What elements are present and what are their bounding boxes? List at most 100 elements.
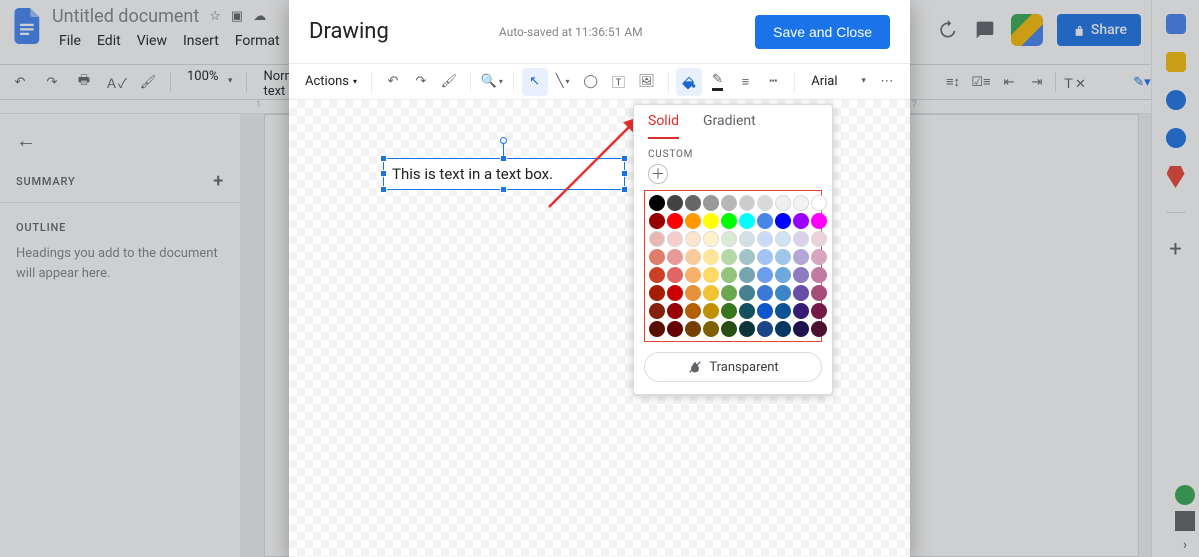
tab-solid[interactable]: Solid	[648, 113, 679, 139]
color-swatch[interactable]	[793, 285, 809, 301]
color-swatch[interactable]	[667, 267, 683, 283]
color-swatch[interactable]	[739, 321, 755, 337]
color-swatch[interactable]	[667, 195, 683, 211]
color-swatch[interactable]	[667, 231, 683, 247]
line-spacing-icon[interactable]: ≡↕	[939, 68, 967, 96]
color-swatch[interactable]	[793, 231, 809, 247]
color-swatch[interactable]	[739, 303, 755, 319]
resize-handle[interactable]	[380, 170, 387, 177]
docs-logo[interactable]	[8, 6, 48, 46]
color-swatch[interactable]	[793, 195, 809, 211]
indent-decrease-icon[interactable]: ⇤	[995, 68, 1023, 96]
resize-handle[interactable]	[380, 186, 387, 193]
color-swatch[interactable]	[739, 231, 755, 247]
comment-icon[interactable]	[973, 18, 997, 42]
color-swatch[interactable]	[721, 321, 737, 337]
keep-icon[interactable]	[1166, 52, 1186, 72]
color-swatch[interactable]	[811, 249, 827, 265]
color-swatch[interactable]	[703, 303, 719, 319]
fill-color-icon[interactable]	[676, 68, 702, 96]
color-swatch[interactable]	[757, 267, 773, 283]
star-icon[interactable]: ☆	[209, 9, 221, 24]
resize-handle[interactable]	[500, 186, 507, 193]
color-swatch[interactable]	[811, 303, 827, 319]
color-swatch[interactable]	[649, 285, 665, 301]
outline-back-icon[interactable]: ←	[16, 128, 224, 153]
redo-icon[interactable]: ↷	[38, 68, 66, 96]
paint-format-icon[interactable]: 🖌	[134, 68, 162, 96]
color-swatch[interactable]	[775, 249, 791, 265]
color-swatch[interactable]	[811, 267, 827, 283]
color-swatch[interactable]	[793, 303, 809, 319]
cloud-icon[interactable]: ☁	[253, 9, 266, 24]
color-swatch[interactable]	[721, 231, 737, 247]
transparent-button[interactable]: Transparent	[644, 352, 822, 382]
color-swatch[interactable]	[775, 303, 791, 319]
color-swatch[interactable]	[649, 231, 665, 247]
share-button[interactable]: Share	[1057, 14, 1141, 46]
color-swatch[interactable]	[703, 231, 719, 247]
color-swatch[interactable]	[811, 213, 827, 229]
color-swatch[interactable]	[721, 249, 737, 265]
color-swatch[interactable]	[649, 321, 665, 337]
drawing-canvas[interactable]: This is text in a text box. Solid Gradie…	[289, 100, 910, 557]
menu-insert[interactable]: Insert	[176, 29, 226, 53]
line-tool-icon[interactable]: ╲	[550, 68, 576, 96]
color-swatch[interactable]	[757, 231, 773, 247]
color-swatch[interactable]	[811, 231, 827, 247]
color-swatch[interactable]	[685, 231, 701, 247]
color-swatch[interactable]	[703, 213, 719, 229]
meet-icon[interactable]	[1011, 14, 1043, 46]
color-swatch[interactable]	[685, 285, 701, 301]
color-swatch[interactable]	[811, 321, 827, 337]
resize-handle[interactable]	[380, 155, 387, 162]
color-swatch[interactable]	[757, 213, 773, 229]
history-icon[interactable]	[935, 18, 959, 42]
zoom-select[interactable]: 100%	[179, 69, 238, 95]
color-swatch[interactable]	[667, 213, 683, 229]
border-color-icon[interactable]: ✎	[704, 68, 730, 96]
color-swatch[interactable]	[685, 195, 701, 211]
color-swatch[interactable]	[721, 285, 737, 301]
color-swatch[interactable]	[685, 249, 701, 265]
border-weight-icon[interactable]: ≡	[732, 68, 758, 96]
color-swatch[interactable]	[721, 195, 737, 211]
color-swatch[interactable]	[703, 285, 719, 301]
presence-icon[interactable]	[1175, 485, 1195, 505]
color-swatch[interactable]	[649, 195, 665, 211]
color-swatch[interactable]	[757, 285, 773, 301]
color-swatch[interactable]	[703, 195, 719, 211]
color-swatch[interactable]	[703, 249, 719, 265]
calendar-icon[interactable]	[1166, 14, 1186, 34]
color-swatch[interactable]	[793, 267, 809, 283]
border-dash-icon[interactable]: ┅	[760, 68, 786, 96]
more-icon[interactable]: ⋯	[874, 68, 900, 96]
indent-increase-icon[interactable]: ⇥	[1023, 68, 1051, 96]
textbox-tool-icon[interactable]: 🅃	[606, 68, 632, 96]
spellcheck-icon[interactable]: Ａ✓	[102, 68, 130, 96]
menu-view[interactable]: View	[130, 29, 174, 53]
color-swatch[interactable]	[667, 249, 683, 265]
clear-format-icon[interactable]: Ｔ✕	[1060, 68, 1088, 96]
color-swatch[interactable]	[721, 267, 737, 283]
tasks-icon[interactable]	[1166, 90, 1186, 110]
color-swatch[interactable]	[685, 267, 701, 283]
resize-handle[interactable]	[621, 186, 628, 193]
color-swatch[interactable]	[721, 213, 737, 229]
color-swatch[interactable]	[739, 213, 755, 229]
maps-icon[interactable]	[1167, 166, 1185, 188]
menu-file[interactable]: File	[52, 29, 88, 53]
color-swatch[interactable]	[775, 321, 791, 337]
zoom-icon[interactable]: 🔍	[479, 68, 505, 96]
rotate-handle[interactable]	[500, 137, 507, 144]
color-swatch[interactable]	[793, 249, 809, 265]
resize-handle[interactable]	[500, 155, 507, 162]
color-swatch[interactable]	[667, 285, 683, 301]
font-select[interactable]: Arial	[803, 74, 872, 89]
add-custom-color-icon[interactable]: ＋	[648, 164, 668, 184]
tab-gradient[interactable]: Gradient	[703, 113, 756, 139]
color-swatch[interactable]	[739, 195, 755, 211]
color-swatch[interactable]	[667, 321, 683, 337]
checklist-icon[interactable]: ☑≡	[967, 68, 995, 96]
color-swatch[interactable]	[739, 267, 755, 283]
